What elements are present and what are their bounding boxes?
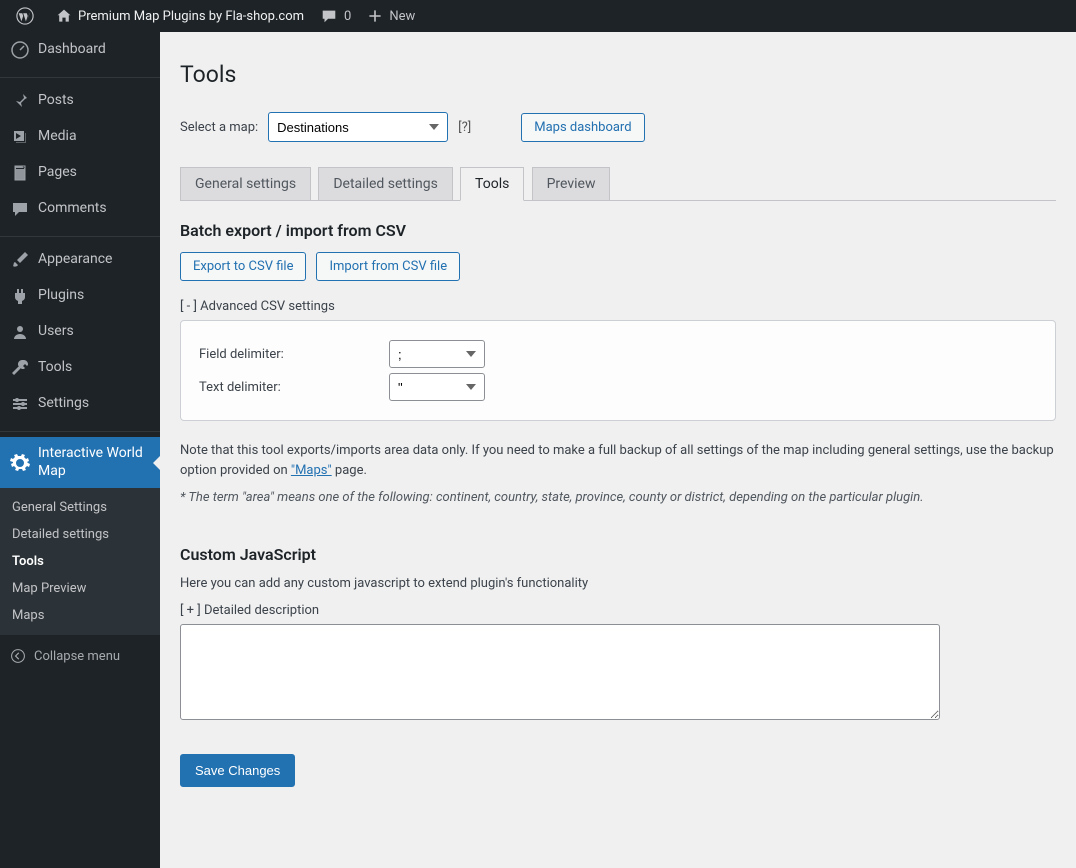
maps-page-link[interactable]: "Maps" [291, 463, 332, 478]
menu-posts[interactable]: Posts [0, 83, 160, 119]
pages-icon [10, 163, 30, 183]
user-icon [10, 322, 30, 342]
menu-label: Appearance [38, 251, 112, 269]
menu-label: Tools [38, 359, 72, 377]
csv-buttons: Export to CSV file Import from CSV file [180, 252, 1056, 281]
advanced-csv-panel: Field delimiter: ; Text delimiter: " [180, 320, 1056, 421]
comments-bubble[interactable]: 0 [312, 0, 359, 32]
menu-plugins[interactable]: Plugins [0, 278, 160, 314]
import-csv-button[interactable]: Import from CSV file [316, 252, 460, 281]
menu-label: Settings [38, 395, 89, 413]
menu-tools[interactable]: Tools [0, 350, 160, 386]
menu-separator [0, 232, 160, 237]
wrench-icon [10, 358, 30, 378]
tab-general-settings[interactable]: General settings [180, 167, 311, 200]
menu-label: Media [38, 128, 77, 146]
menu-label: Comments [38, 200, 107, 218]
submenu: General Settings Detailed settings Tools… [0, 488, 160, 635]
site-title-link[interactable]: Premium Map Plugins by Fla-shop.com [48, 0, 312, 32]
export-note: Note that this tool exports/imports area… [180, 441, 1056, 480]
submenu-general-settings[interactable]: General Settings [0, 494, 160, 521]
collapse-label: Collapse menu [34, 649, 120, 664]
comments-count: 0 [344, 9, 351, 24]
submenu-maps[interactable]: Maps [0, 602, 160, 629]
gear-icon [10, 453, 30, 473]
text-delimiter-label: Text delimiter: [199, 380, 389, 395]
menu-dashboard[interactable]: Dashboard [0, 32, 160, 68]
plugin-icon [10, 286, 30, 306]
comments-icon [10, 199, 30, 219]
menu-users[interactable]: Users [0, 314, 160, 350]
new-label: New [389, 9, 415, 24]
new-content[interactable]: New [359, 0, 423, 32]
page-wrap: Tools Select a map: Destinations [?] Map… [160, 32, 1076, 827]
csv-heading: Batch export / import from CSV [180, 221, 1056, 240]
wp-logo[interactable] [8, 0, 48, 32]
area-note: * The term "area" means one of the follo… [180, 490, 1056, 505]
field-delimiter-select[interactable]: ; [389, 340, 485, 368]
field-delimiter-label: Field delimiter: [199, 347, 389, 362]
map-select-row: Select a map: Destinations [?] Maps dash… [180, 112, 1056, 142]
custom-js-heading: Custom JavaScript [180, 545, 1056, 564]
menu-label: Plugins [38, 287, 84, 305]
menu-label: Dashboard [38, 41, 106, 59]
tab-tools[interactable]: Tools [460, 167, 524, 201]
dashboard-icon [10, 40, 30, 60]
menu-comments[interactable]: Comments [0, 191, 160, 227]
home-icon [56, 8, 72, 24]
save-changes-button[interactable]: Save Changes [180, 754, 295, 787]
plus-icon [367, 8, 383, 24]
brush-icon [10, 250, 30, 270]
site-title: Premium Map Plugins by Fla-shop.com [78, 9, 304, 24]
submenu-tools[interactable]: Tools [0, 548, 160, 575]
tab-preview[interactable]: Preview [532, 167, 611, 200]
advanced-csv-toggle[interactable]: [ - ] Advanced CSV settings [180, 299, 1056, 314]
page-title: Tools [180, 52, 1056, 92]
collapse-icon [10, 648, 26, 664]
menu-separator [0, 427, 160, 432]
menu-label: Pages [38, 164, 77, 182]
collapse-menu[interactable]: Collapse menu [0, 640, 160, 672]
menu-separator [0, 73, 160, 78]
menu-interactive-world-map[interactable]: Interactive World Map [0, 437, 160, 488]
text-delimiter-select[interactable]: " [389, 373, 485, 401]
help-link[interactable]: [?] [458, 120, 471, 135]
menu-media[interactable]: Media [0, 119, 160, 155]
comment-icon [320, 7, 338, 25]
admin-bar: Premium Map Plugins by Fla-shop.com 0 Ne… [0, 0, 1076, 32]
menu-label: Interactive World Map [38, 445, 152, 480]
menu-settings[interactable]: Settings [0, 386, 160, 422]
tab-nav: General settings Detailed settings Tools… [180, 167, 1056, 201]
select-map-label: Select a map: [180, 120, 258, 135]
wordpress-icon [16, 7, 34, 25]
admin-sidebar: Dashboard Posts Media Pages Comments App… [0, 32, 160, 868]
detailed-description-toggle[interactable]: [ + ] Detailed description [180, 603, 1056, 618]
custom-js-textarea[interactable] [180, 624, 940, 720]
menu-pages[interactable]: Pages [0, 155, 160, 191]
submenu-detailed-settings[interactable]: Detailed settings [0, 521, 160, 548]
export-csv-button[interactable]: Export to CSV file [180, 252, 306, 281]
pin-icon [10, 91, 30, 111]
menu-label: Users [38, 323, 74, 341]
map-select[interactable]: Destinations [268, 112, 448, 142]
submenu-map-preview[interactable]: Map Preview [0, 575, 160, 602]
tab-detailed-settings[interactable]: Detailed settings [318, 167, 452, 200]
media-icon [10, 127, 30, 147]
custom-js-desc: Here you can add any custom javascript t… [180, 576, 1056, 591]
menu-label: Posts [38, 92, 74, 110]
sliders-icon [10, 394, 30, 414]
menu-appearance[interactable]: Appearance [0, 242, 160, 278]
maps-dashboard-button[interactable]: Maps dashboard [521, 113, 644, 142]
